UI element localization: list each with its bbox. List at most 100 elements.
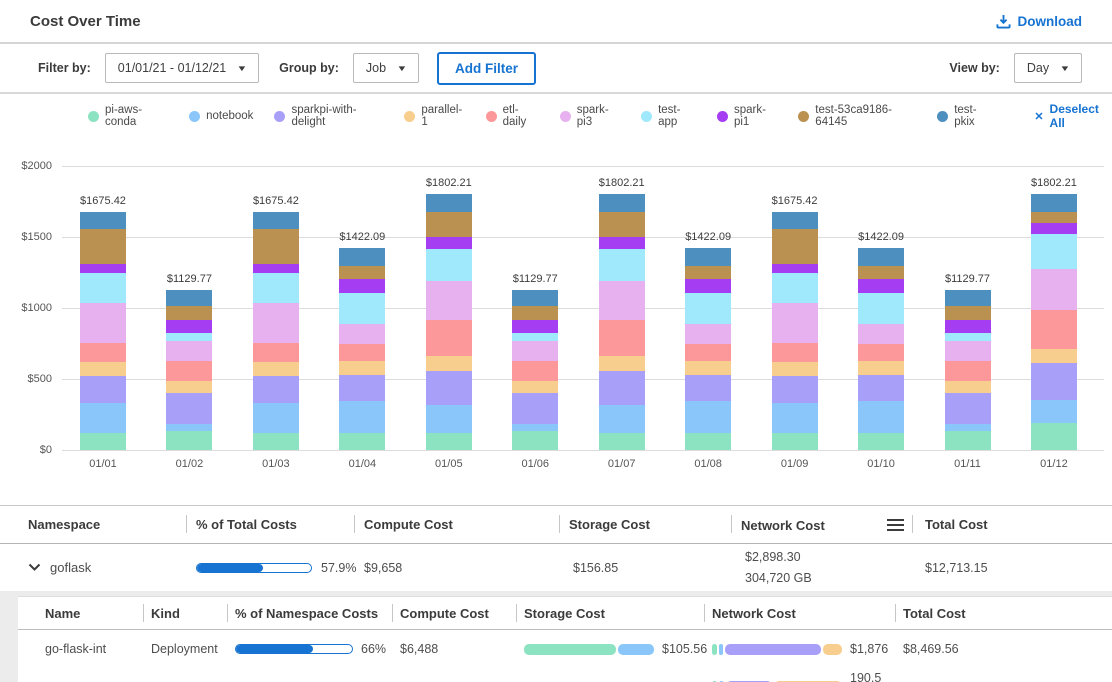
bar-segment-test-53ca9186-64145[interactable] (685, 266, 731, 279)
legend-item-etl-daily[interactable]: etl-daily (486, 104, 539, 128)
bar-segment-etl-daily[interactable] (685, 344, 731, 361)
bar-segment-sparkpi-with-delight[interactable] (599, 371, 645, 405)
bar-segment-test-pkix[interactable] (166, 290, 212, 306)
bar-segment-test-app[interactable] (512, 333, 558, 341)
bar-segment-sparkpi-with-delight[interactable] (1031, 363, 1077, 400)
bar-segment-sparkpi-with-delight[interactable] (858, 375, 904, 401)
bar-segment-sparkpi-with-delight[interactable] (685, 375, 731, 401)
stacked-bar-01/01[interactable] (80, 212, 126, 450)
legend-item-test-pkix[interactable]: test-pkix (937, 104, 993, 128)
bar-segment-etl-daily[interactable] (772, 343, 818, 361)
bar-segment-test-pkix[interactable] (512, 290, 558, 306)
legend-item-test-53ca9186-64145[interactable]: test-53ca9186-64145 (798, 104, 916, 128)
bar-segment-notebook[interactable] (772, 403, 818, 432)
bar-segment-etl-daily[interactable] (426, 320, 472, 357)
bar-segment-spark-pi3[interactable] (599, 281, 645, 319)
bar-segment-test-53ca9186-64145[interactable] (339, 266, 385, 279)
bar-segment-notebook[interactable] (858, 401, 904, 432)
bar-segment-pi-aws-conda[interactable] (772, 433, 818, 450)
bar-segment-test-app[interactable] (685, 293, 731, 324)
column-header-compute[interactable]: Compute Cost (392, 597, 516, 629)
stacked-bar-01/06[interactable] (512, 290, 558, 450)
stacked-bar-01/07[interactable] (599, 194, 645, 450)
bar-segment-etl-daily[interactable] (858, 344, 904, 361)
bar-segment-pi-aws-conda[interactable] (685, 433, 731, 450)
bar-segment-sparkpi-with-delight[interactable] (339, 375, 385, 401)
legend-item-sparkpi-with-delight[interactable]: sparkpi-with-delight (274, 104, 383, 128)
table-row-goflask[interactable]: goflask 57.9% $9,658 $156.85 $2,898.30 3… (0, 544, 1112, 591)
bar-segment-notebook[interactable] (80, 403, 126, 432)
bar-segment-test-app[interactable] (339, 293, 385, 324)
bar-segment-sparkpi-with-delight[interactable] (166, 393, 212, 423)
bar-segment-notebook[interactable] (1031, 400, 1077, 423)
legend-item-pi-aws-conda[interactable]: pi-aws-conda (88, 104, 168, 128)
bar-segment-test-app[interactable] (426, 249, 472, 281)
bar-segment-pi-aws-conda[interactable] (945, 431, 991, 450)
bar-segment-etl-daily[interactable] (512, 361, 558, 381)
bar-segment-test-53ca9186-64145[interactable] (599, 212, 645, 237)
legend-item-test-app[interactable]: test-app (641, 104, 696, 128)
column-header-kind[interactable]: Kind (143, 597, 227, 629)
bar-segment-etl-daily[interactable] (80, 343, 126, 361)
bar-segment-test-app[interactable] (858, 293, 904, 324)
bar-segment-notebook[interactable] (685, 401, 731, 432)
stacked-bar-01/09[interactable] (772, 212, 818, 450)
deselect-all-button[interactable]: ✕Deselect All (1034, 102, 1112, 130)
bar-segment-test-53ca9186-64145[interactable] (858, 266, 904, 279)
bar-segment-pi-aws-conda[interactable] (166, 431, 212, 450)
bar-segment-spark-pi1[interactable] (599, 237, 645, 249)
bar-segment-parallel-1[interactable] (253, 362, 299, 376)
view-by-dropdown[interactable]: Day ▼ (1014, 53, 1082, 83)
bar-segment-test-pkix[interactable] (339, 248, 385, 266)
bar-segment-test-pkix[interactable] (599, 194, 645, 212)
bar-segment-spark-pi1[interactable] (80, 264, 126, 273)
bar-segment-test-pkix[interactable] (426, 194, 472, 212)
bar-segment-test-53ca9186-64145[interactable] (512, 306, 558, 320)
bar-segment-notebook[interactable] (426, 405, 472, 433)
chevron-down-icon[interactable] (28, 563, 41, 572)
column-header-name[interactable]: Name (18, 597, 143, 629)
column-header-storage[interactable]: Storage Cost (516, 597, 704, 629)
stacked-bar-01/08[interactable] (685, 248, 731, 450)
bar-segment-parallel-1[interactable] (772, 362, 818, 376)
bar-segment-spark-pi1[interactable] (253, 264, 299, 273)
stacked-bar-01/03[interactable] (253, 212, 299, 450)
bar-segment-parallel-1[interactable] (945, 381, 991, 393)
bar-segment-notebook[interactable] (512, 424, 558, 432)
bar-segment-spark-pi3[interactable] (80, 303, 126, 343)
bar-segment-spark-pi3[interactable] (772, 303, 818, 343)
stacked-bar-01/10[interactable] (858, 248, 904, 450)
bar-segment-pi-aws-conda[interactable] (1031, 423, 1077, 450)
bar-segment-parallel-1[interactable] (80, 362, 126, 376)
bar-segment-spark-pi3[interactable] (512, 341, 558, 361)
bar-segment-etl-daily[interactable] (253, 343, 299, 361)
bar-segment-spark-pi1[interactable] (685, 279, 731, 293)
bar-segment-etl-daily[interactable] (166, 361, 212, 381)
bar-segment-test-53ca9186-64145[interactable] (945, 306, 991, 320)
bar-segment-spark-pi3[interactable] (945, 341, 991, 361)
bar-segment-sparkpi-with-delight[interactable] (426, 371, 472, 405)
bar-segment-parallel-1[interactable] (512, 381, 558, 393)
column-header-storage[interactable]: Storage Cost (559, 506, 731, 543)
column-header-total[interactable]: Total Cost (895, 597, 1112, 629)
legend-item-spark-pi1[interactable]: spark-pi1 (717, 104, 777, 128)
column-header-namespace[interactable]: Namespace (0, 506, 186, 543)
bar-segment-notebook[interactable] (599, 405, 645, 433)
column-header-total[interactable]: Total Cost (912, 506, 1112, 543)
bar-segment-test-pkix[interactable] (1031, 194, 1077, 212)
bar-segment-sparkpi-with-delight[interactable] (80, 376, 126, 404)
bar-segment-spark-pi3[interactable] (426, 281, 472, 319)
legend-item-notebook[interactable]: notebook (189, 110, 253, 122)
bar-segment-etl-daily[interactable] (599, 320, 645, 357)
download-button[interactable]: Download (996, 14, 1083, 29)
bar-segment-spark-pi1[interactable] (945, 320, 991, 332)
bar-segment-spark-pi3[interactable] (253, 303, 299, 343)
bar-segment-spark-pi3[interactable] (685, 324, 731, 344)
bar-segment-spark-pi3[interactable] (858, 324, 904, 344)
bar-segment-test-pkix[interactable] (772, 212, 818, 229)
column-header-pct-total[interactable]: % of Total Costs (186, 506, 354, 543)
bar-segment-parallel-1[interactable] (339, 361, 385, 375)
stacked-bar-01/04[interactable] (339, 248, 385, 450)
bar-segment-spark-pi1[interactable] (512, 320, 558, 332)
bar-segment-spark-pi1[interactable] (858, 279, 904, 293)
